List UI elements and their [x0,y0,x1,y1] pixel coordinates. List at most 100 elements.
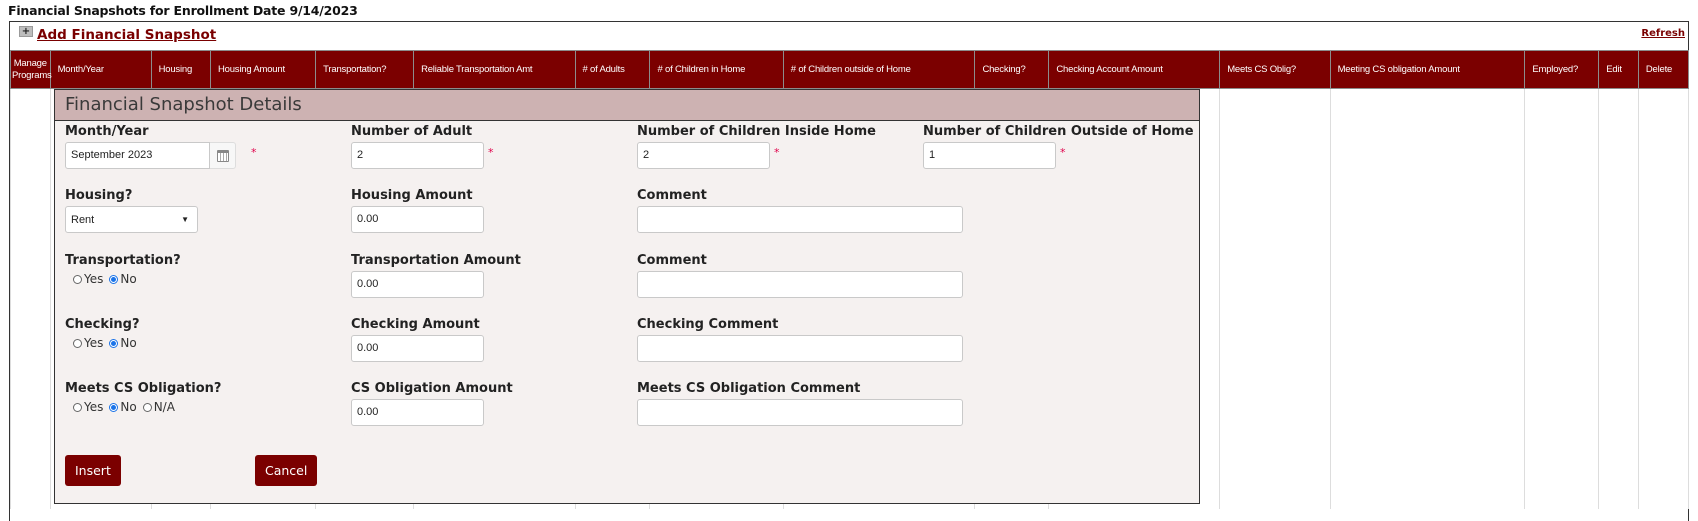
housing-comment-label: Comment [637,188,707,203]
financial-snapshot-details-panel: Financial Snapshot Details Month/Year Se… [54,89,1200,504]
transportation-radio-group: Yes No [65,272,181,286]
radio-label: Yes [84,336,104,350]
housing-comment-input[interactable] [637,206,963,233]
month-year-label: Month/Year [65,124,149,139]
housing-label: Housing? [65,188,133,203]
checking-amount-label: Checking Amount [351,317,480,332]
col-num-adults[interactable]: # of Adults [574,50,651,89]
radio-label: Yes [84,272,104,286]
col-employed[interactable]: Employed? [1524,50,1600,89]
checking-field: Checking? Yes No [65,317,140,350]
dropdown-arrow-icon: ▼ [181,215,189,224]
cs-no-radio[interactable]: No [109,400,137,414]
required-indicator: * [488,146,494,159]
transportation-label: Transportation? [65,253,181,268]
children-outside-label: Number of Children Outside of Home [923,124,1194,139]
transportation-amount-label: Transportation Amount [351,253,521,268]
cs-obligation-radio-group: Yes No N/A [65,400,221,414]
month-year-input[interactable]: September 2023 [65,142,210,169]
radio-label: N/A [153,400,175,414]
add-snapshot-row[interactable]: + Add Financial Snapshot [19,25,216,43]
cs-comment-label: Meets CS Obligation Comment [637,381,861,396]
cancel-button[interactable]: Cancel [255,455,318,486]
cs-comment-field: Meets CS Obligation Comment [637,381,963,426]
col-checking-account-amount[interactable]: Checking Account Amount [1048,50,1221,89]
insert-button[interactable]: Insert [65,455,121,486]
calendar-button[interactable] [210,142,236,169]
children-outside-input[interactable]: 1 [923,142,1056,169]
transportation-yes-radio[interactable]: Yes [73,272,103,286]
housing-comment-field: Comment [637,188,963,233]
col-month-year[interactable]: Month/Year [49,50,152,89]
checking-comment-label: Checking Comment [637,317,779,332]
housing-field: Housing? Rent ▼ [65,188,198,233]
add-folder-icon[interactable]: + [19,25,33,37]
checking-radio-group: Yes No [65,336,140,350]
required-indicator: * [1060,146,1066,159]
checking-label: Checking? [65,317,140,332]
required-indicator: * [251,146,257,159]
transportation-comment-label: Comment [637,253,707,268]
col-children-in-home[interactable]: # of Children in Home [649,50,784,89]
cs-amount-input[interactable]: 0.00 [351,399,484,426]
cs-amount-label: CS Obligation Amount [351,381,513,396]
children-inside-label: Number of Children Inside Home [637,124,876,139]
col-edit: Edit [1598,50,1639,89]
cs-amount-field: CS Obligation Amount 0.00 [351,381,513,426]
col-transportation[interactable]: Transportation? [315,50,415,89]
required-indicator: * [774,146,780,159]
col-housing-amount[interactable]: Housing Amount [209,50,317,89]
transportation-comment-field: Comment [637,253,963,298]
radio-label: No [120,272,137,286]
radio-checked-icon [109,338,119,348]
col-meets-cs-oblig[interactable]: Meets CS Oblig? [1219,50,1331,89]
col-housing[interactable]: Housing [150,50,211,89]
cs-obligation-field: Meets CS Obligation? Yes No N/A [65,381,221,414]
add-financial-snapshot-link[interactable]: Add Financial Snapshot [37,27,216,43]
refresh-link[interactable]: Refresh [1641,28,1685,39]
children-inside-field: Number of Children Inside Home 2 * [637,124,876,169]
children-outside-field: Number of Children Outside of Home 1 * [923,124,1194,169]
radio-unchecked-icon [73,274,82,284]
page-title: Financial Snapshots for Enrollment Date … [8,3,358,18]
housing-amount-field: Housing Amount 0.00 [351,188,484,233]
col-meeting-cs-obligation-amount[interactable]: Meeting CS obligation Amount [1329,50,1526,89]
cs-na-radio[interactable]: N/A [142,400,175,414]
radio-label: Yes [84,400,104,414]
housing-selected-value: Rent [71,213,95,226]
cs-comment-input[interactable] [637,399,963,426]
transportation-no-radio[interactable]: No [109,272,137,286]
radio-unchecked-icon [142,402,152,412]
checking-amount-field: Checking Amount 0.00 [351,317,484,362]
radio-label: No [120,336,137,350]
panel-title: Financial Snapshot Details [55,90,1199,121]
month-year-field: Month/Year September 2023 * [65,124,257,169]
cs-obligation-label: Meets CS Obligation? [65,381,222,396]
radio-unchecked-icon [73,402,82,412]
col-manage-programs: Manage Programs [10,50,52,89]
housing-amount-label: Housing Amount [351,188,473,203]
number-of-adult-input[interactable]: 2 [351,142,484,169]
checking-comment-input[interactable] [637,335,963,362]
number-of-adult-label: Number of Adult [351,124,473,139]
transportation-comment-input[interactable] [637,271,963,298]
checking-amount-input[interactable]: 0.00 [351,335,484,362]
col-checking[interactable]: Checking? [974,50,1050,89]
radio-checked-icon [109,274,119,284]
number-of-adult-field: Number of Adult 2 * [351,124,494,169]
checking-comment-field: Checking Comment [637,317,963,362]
radio-unchecked-icon [73,338,82,348]
children-inside-input[interactable]: 2 [637,142,770,169]
transportation-field: Transportation? Yes No [65,253,181,286]
checking-no-radio[interactable]: No [109,336,137,350]
checking-yes-radio[interactable]: Yes [73,336,103,350]
cs-yes-radio[interactable]: Yes [73,400,103,414]
transportation-amount-input[interactable]: 0.00 [351,271,484,298]
housing-select[interactable]: Rent ▼ [65,206,198,233]
housing-amount-input[interactable]: 0.00 [351,206,484,233]
calendar-icon [216,149,229,162]
transportation-amount-field: Transportation Amount 0.00 [351,253,521,298]
table-header-row: Manage Programs Month/Year Housing Housi… [10,50,1690,89]
col-reliable-transportation-amt[interactable]: Reliable Transportation Amt [413,50,576,89]
col-children-outside-home[interactable]: # of Children outside of Home [782,50,976,89]
